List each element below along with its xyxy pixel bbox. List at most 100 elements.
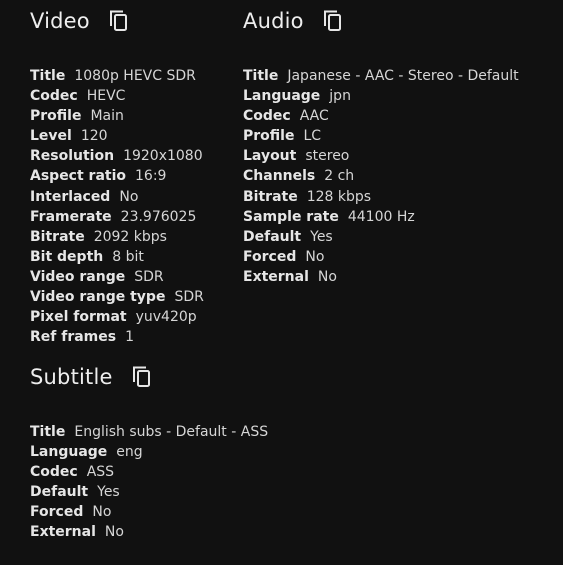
video-title: Video	[30, 9, 90, 33]
audio-row-title: Title Japanese - AAC - Stereo - Default	[243, 66, 519, 86]
video-row-ref-frames: Ref frames 1	[30, 327, 204, 347]
row-label: Ref frames	[30, 329, 117, 346]
row-value: No	[92, 504, 112, 521]
row-value: 1080p HEVC SDR	[74, 68, 196, 84]
row-value: stereo	[305, 148, 350, 165]
row-value: No	[104, 524, 124, 541]
row-label: Forced	[243, 248, 297, 265]
video-row-interlaced: Interlaced No	[30, 187, 204, 207]
copy-icon	[323, 10, 341, 31]
video-row-level: Level 120	[30, 126, 204, 146]
audio-section: Audio Title Japanese - AAC - Stereo - Def…	[243, 7, 519, 287]
audio-row-layout: Layout stereo	[243, 146, 519, 166]
row-label: Resolution	[30, 148, 115, 165]
audio-row-default: Default Yes	[243, 227, 519, 247]
subtitle-row-external: External No	[30, 522, 268, 542]
row-label: Language	[30, 444, 108, 461]
row-label: Bitrate	[30, 228, 85, 245]
row-value: No	[119, 188, 139, 205]
audio-row-bitrate: Bitrate 128 kbps	[243, 187, 519, 207]
row-value: 2 ch	[324, 168, 355, 185]
audio-row-profile: Profile LC	[243, 126, 519, 146]
audio-row-forced: Forced No	[243, 247, 519, 267]
row-value: HEVC	[86, 88, 126, 105]
row-value: 23.976025	[120, 208, 197, 225]
row-label: Video range	[30, 268, 126, 285]
row-value: ASS	[86, 464, 115, 481]
row-value: English subs - Default - ASS	[74, 424, 269, 440]
row-value: SDR	[174, 289, 204, 306]
row-label: Framerate	[30, 208, 112, 225]
audio-rows: Title Japanese - AAC - Stereo - Default L…	[243, 66, 519, 287]
row-label: Title	[30, 424, 66, 440]
row-label: Profile	[30, 108, 82, 125]
audio-row-channels: Channels 2 ch	[243, 166, 519, 186]
row-value: 1	[125, 329, 135, 346]
video-row-bit-depth: Bit depth 8 bit	[30, 247, 204, 267]
subtitle-row-title: Title English subs - Default - ASS	[30, 422, 268, 442]
subtitle-row-language: Language eng	[30, 442, 268, 462]
row-label: Pixel format	[30, 309, 127, 326]
audio-row-language: Language jpn	[243, 86, 519, 106]
subtitle-row-codec: Codec ASS	[30, 462, 268, 482]
video-header: Video	[30, 7, 204, 35]
row-label: Language	[243, 88, 321, 105]
row-label: Layout	[243, 148, 297, 165]
row-label: Bit depth	[30, 248, 104, 265]
row-value: Japanese - AAC - Stereo - Default	[287, 68, 519, 84]
row-value: 2092 kbps	[93, 228, 167, 245]
row-label: External	[30, 524, 96, 541]
video-row-codec: Codec HEVC	[30, 86, 204, 106]
row-label: External	[243, 268, 309, 285]
audio-row-codec: Codec AAC	[243, 106, 519, 126]
audio-header: Audio	[243, 7, 519, 35]
row-value: 8 bit	[112, 248, 144, 265]
copy-video-info-button[interactable]	[107, 9, 131, 33]
row-label: Codec	[243, 108, 291, 125]
copy-subtitle-info-button[interactable]	[130, 365, 154, 389]
row-value: 120	[80, 128, 108, 145]
row-label: Title	[30, 68, 66, 84]
row-label: Forced	[30, 504, 84, 521]
row-value: 1920x1080	[123, 148, 203, 165]
row-value: jpn	[329, 88, 351, 105]
row-value: No	[317, 268, 337, 285]
row-label: Sample rate	[243, 208, 339, 225]
video-row-framerate: Framerate 23.976025	[30, 207, 204, 227]
video-row-pixel-format: Pixel format yuv420p	[30, 307, 204, 327]
video-row-video-range-type: Video range type SDR	[30, 287, 204, 307]
row-label: Codec	[30, 464, 78, 481]
video-row-video-range: Video range SDR	[30, 267, 204, 287]
row-label: Video range type	[30, 289, 166, 306]
audio-row-external: External No	[243, 267, 519, 287]
row-value: 44100 Hz	[347, 208, 415, 225]
row-value: AAC	[299, 108, 329, 125]
audio-title: Audio	[243, 9, 304, 33]
subtitle-row-default: Default Yes	[30, 482, 268, 502]
video-rows: Title 1080p HEVC SDR Codec HEVC Profile Mai…	[30, 66, 204, 347]
row-value: yuv420p	[135, 309, 197, 326]
row-value: Yes	[97, 484, 120, 501]
subtitle-row-forced: Forced No	[30, 502, 268, 522]
row-label: Channels	[243, 168, 316, 185]
audio-row-sample-rate: Sample rate 44100 Hz	[243, 207, 519, 227]
row-label: Bitrate	[243, 188, 298, 205]
subtitle-title: Subtitle	[30, 365, 113, 389]
row-value: 16:9	[135, 168, 167, 185]
copy-icon	[132, 366, 150, 387]
row-label: Profile	[243, 128, 295, 145]
row-value: SDR	[134, 268, 164, 285]
row-label: Level	[30, 128, 72, 145]
row-label: Default	[243, 228, 302, 245]
row-label: Interlaced	[30, 188, 111, 205]
copy-audio-info-button[interactable]	[321, 9, 345, 33]
row-value: LC	[303, 128, 322, 145]
video-row-profile: Profile Main	[30, 106, 204, 126]
row-label: Aspect ratio	[30, 168, 127, 185]
video-row-aspect-ratio: Aspect ratio 16:9	[30, 166, 204, 186]
video-row-title: Title 1080p HEVC SDR	[30, 66, 204, 86]
row-value: Main	[90, 108, 124, 125]
row-value: No	[305, 248, 325, 265]
row-label: Default	[30, 484, 89, 501]
video-row-bitrate: Bitrate 2092 kbps	[30, 227, 204, 247]
